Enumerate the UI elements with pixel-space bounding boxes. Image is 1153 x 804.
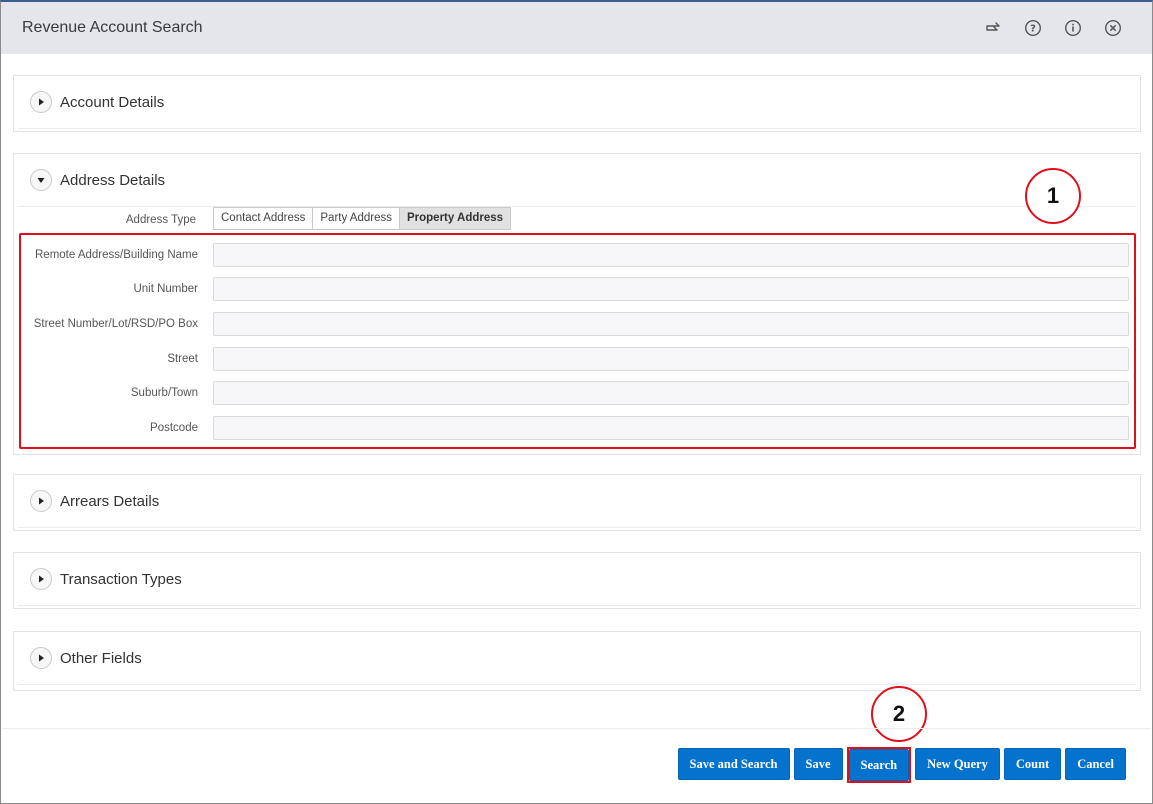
account-details-panel: Account Details <box>13 75 1141 132</box>
suburb-town-label: Suburb/Town <box>130 387 198 399</box>
svg-text:?: ? <box>1030 24 1036 35</box>
postcode-input[interactable] <box>213 416 1129 440</box>
collapse-icon[interactable] <box>30 169 52 191</box>
search-button[interactable]: Search <box>848 749 910 781</box>
address-type-selector: Contact Address Party Address Property A… <box>213 207 512 230</box>
street-row: Street <box>14 347 1142 371</box>
address-details-title: Address Details <box>60 171 166 189</box>
expand-icon[interactable] <box>30 91 52 113</box>
account-details-header[interactable]: Account Details <box>18 76 1136 129</box>
other-fields-header[interactable]: Other Fields <box>18 632 1136 685</box>
other-fields-panel: Other Fields <box>13 631 1141 691</box>
info-icon[interactable] <box>1064 19 1082 37</box>
street-number-label: Street Number/Lot/RSD/PO Box <box>33 318 198 330</box>
footer-divider <box>2 728 1151 729</box>
account-details-title: Account Details <box>60 93 165 111</box>
new-query-button[interactable]: New Query <box>915 748 1000 780</box>
redirect-icon[interactable] <box>984 19 1002 37</box>
transaction-types-title: Transaction Types <box>60 570 182 588</box>
property-address-option[interactable]: Property Address <box>398 207 512 230</box>
street-number-input[interactable] <box>213 312 1129 336</box>
close-icon[interactable] <box>1104 19 1122 37</box>
annotation-marker-2: 2 <box>871 686 927 742</box>
arrears-details-header[interactable]: Arrears Details <box>18 475 1136 528</box>
dialog-titlebar: Revenue Account Search ? <box>1 2 1152 54</box>
postcode-label: Postcode <box>150 422 198 434</box>
arrears-details-title: Arrears Details <box>60 492 160 510</box>
arrears-details-panel: Arrears Details <box>13 474 1141 531</box>
address-type-label: Address Type <box>125 214 196 226</box>
count-button[interactable]: Count <box>1003 748 1062 780</box>
remote-address-label: Remote Address/Building Name <box>35 249 198 261</box>
action-button-bar: Save and Search Save Search New Query Co… <box>677 747 1126 783</box>
unit-number-label: Unit Number <box>133 283 198 295</box>
dialog-title: Revenue Account Search <box>22 19 203 36</box>
annotation-highlight-search: Search <box>846 747 912 783</box>
unit-number-row: Unit Number <box>14 277 1142 301</box>
annotation-marker-1: 1 <box>1025 168 1081 224</box>
address-details-panel: Address Details Address Type Contact Add… <box>13 153 1141 455</box>
transaction-types-panel: Transaction Types <box>13 552 1141 609</box>
remote-address-row: Remote Address/Building Name <box>14 243 1142 267</box>
contact-address-option[interactable]: Contact Address <box>213 207 314 230</box>
remote-address-input[interactable] <box>213 243 1129 267</box>
street-number-row: Street Number/Lot/RSD/PO Box <box>14 312 1142 336</box>
save-button[interactable]: Save <box>793 748 843 780</box>
postcode-row: Postcode <box>14 416 1142 440</box>
street-input[interactable] <box>213 347 1129 371</box>
suburb-town-input[interactable] <box>213 381 1129 405</box>
party-address-option[interactable]: Party Address <box>312 207 400 230</box>
suburb-town-row: Suburb/Town <box>14 381 1142 405</box>
help-icon[interactable]: ? <box>1024 19 1042 37</box>
unit-number-input[interactable] <box>213 277 1129 301</box>
address-details-header[interactable]: Address Details <box>18 154 1136 207</box>
other-fields-title: Other Fields <box>60 649 142 667</box>
expand-icon[interactable] <box>30 568 52 590</box>
expand-icon[interactable] <box>30 647 52 669</box>
street-label: Street <box>167 353 198 365</box>
revenue-account-search-dialog: Revenue Account Search ? Account Details <box>0 0 1153 804</box>
titlebar-icons: ? <box>984 2 1122 54</box>
transaction-types-header[interactable]: Transaction Types <box>18 553 1136 606</box>
expand-icon[interactable] <box>30 490 52 512</box>
cancel-button[interactable]: Cancel <box>1065 748 1126 780</box>
save-and-search-button[interactable]: Save and Search <box>677 748 790 780</box>
